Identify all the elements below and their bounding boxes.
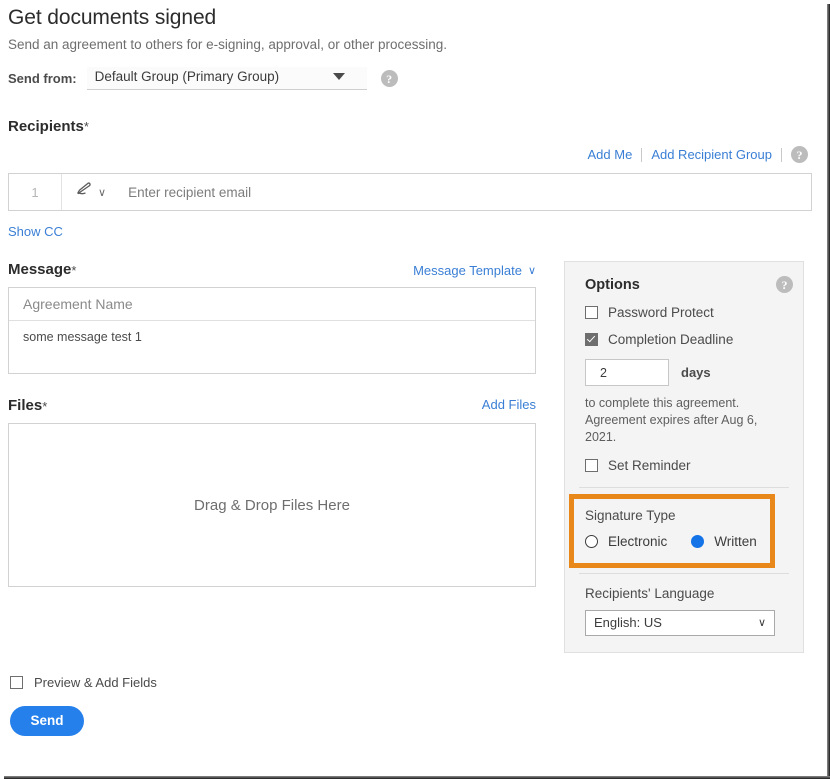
electronic-radio[interactable] <box>585 534 598 548</box>
deadline-note-line-2: Agreement expires after Aug 6, 2021. <box>585 412 758 444</box>
signature-type-title: Signature Type <box>585 507 676 523</box>
recipients-heading: Recipients <box>8 118 84 135</box>
message-template-control[interactable]: Message Template ∨ <box>413 263 536 278</box>
message-body-textarea[interactable]: some message test 1 <box>9 321 535 373</box>
signature-type-section: Signature Type Electronic Written <box>565 493 803 568</box>
show-cc-link[interactable]: Show CC <box>8 224 63 239</box>
chevron-down-icon: ∨ <box>757 617 766 630</box>
agreement-name-input[interactable]: Agreement Name <box>9 288 535 321</box>
recipients-language-select[interactable]: English: US ∨ <box>585 609 775 636</box>
options-title-row: Options ? <box>565 276 803 293</box>
set-reminder-label: Set Reminder <box>608 457 691 473</box>
preview-add-fields-checkbox[interactable] <box>10 675 23 689</box>
panel-divider <box>579 486 789 488</box>
message-required-mark: * <box>71 263 77 278</box>
recipients-language-title: Recipients' Language <box>585 585 715 601</box>
add-recipient-group-link[interactable]: Add Recipient Group <box>651 147 772 162</box>
chevron-down-icon <box>332 73 345 80</box>
preview-add-fields-label: Preview & Add Fields <box>34 674 157 690</box>
deadline-note-line-1: to complete this agreement. <box>585 396 740 410</box>
completion-deadline-row[interactable]: Completion Deadline <box>565 320 803 347</box>
help-icon[interactable]: ? <box>380 70 398 87</box>
page-title: Get documents signed <box>8 6 217 29</box>
completion-deadline-checkbox[interactable] <box>585 333 598 346</box>
link-divider <box>641 147 643 162</box>
signature-pen-icon <box>74 180 94 205</box>
password-protect-checkbox[interactable] <box>585 306 598 319</box>
preview-add-fields-row[interactable]: Preview & Add Fields <box>0 653 820 690</box>
dropzone-text: Drag & Drop Files Here <box>194 496 350 514</box>
file-dropzone[interactable]: Drag & Drop Files Here <box>8 423 536 587</box>
recipient-role-selector[interactable]: ∨ <box>62 174 112 210</box>
recipients-language-value: English: US <box>594 615 662 631</box>
main-split: Message * Message Template ∨ Agreement Na… <box>0 241 820 653</box>
recipients-help-icon[interactable]: ? <box>791 146 808 163</box>
add-me-link[interactable]: Add Me <box>588 147 633 162</box>
add-files-control[interactable]: Add Files <box>482 396 536 414</box>
recipient-row[interactable]: 1 ∨ Enter recipient email <box>8 173 812 211</box>
signature-type-options: Electronic Written <box>565 523 803 559</box>
send-agreement-page: Get documents signed Send an agreement t… <box>0 0 830 779</box>
set-reminder-checkbox[interactable] <box>585 458 598 472</box>
message-template-link[interactable]: Message Template <box>413 263 522 278</box>
recipients-heading-row: Recipients* <box>0 90 820 136</box>
electronic-label: Electronic <box>608 533 668 549</box>
add-files-link[interactable]: Add Files <box>482 397 536 412</box>
send-from-dropdown[interactable]: Default Group (Primary Group) <box>86 67 367 90</box>
message-heading: Message <box>8 261 72 278</box>
files-heading-row: Files * Add Files <box>0 374 556 414</box>
chevron-down-icon: ∨ <box>98 186 107 199</box>
options-title: Options <box>585 276 640 293</box>
days-row: 2 days <box>565 347 803 386</box>
show-cc-row: Show CC <box>0 211 820 241</box>
recipient-links-row: Add Me Add Recipient Group ? <box>0 136 820 163</box>
send-from-row: Send from: Default Group (Primary Group)… <box>0 52 820 90</box>
message-heading-row: Message * Message Template ∨ <box>0 241 556 278</box>
options-help-icon[interactable]: ? <box>776 276 793 293</box>
days-input[interactable]: 2 <box>585 359 669 386</box>
page-subtitle: Send an agreement to others for e-signin… <box>8 37 448 52</box>
options-panel: Options ? Password Protect Completion De… <box>564 261 804 653</box>
recipients-required-mark: * <box>83 119 89 134</box>
days-unit-label: days <box>681 365 711 380</box>
send-from-label: Send from: <box>8 71 77 86</box>
password-protect-label: Password Protect <box>608 305 714 320</box>
password-protect-row[interactable]: Password Protect <box>565 293 803 320</box>
completion-deadline-label: Completion Deadline <box>608 332 734 347</box>
files-required-mark: * <box>42 399 48 414</box>
send-button[interactable]: Send <box>10 705 84 736</box>
recipient-email-input[interactable]: Enter recipient email <box>112 174 811 210</box>
files-heading: Files <box>8 397 43 414</box>
written-radio[interactable] <box>691 534 705 548</box>
set-reminder-row[interactable]: Set Reminder <box>565 446 803 473</box>
chevron-down-icon: ∨ <box>527 265 536 277</box>
right-column: Options ? Password Protect Completion De… <box>564 241 810 653</box>
message-box: Agreement Name some message test 1 <box>8 287 536 374</box>
left-column: Message * Message Template ∨ Agreement Na… <box>0 241 556 587</box>
link-divider <box>781 147 782 162</box>
send-from-value: Default Group (Primary Group) <box>94 69 280 84</box>
deadline-note: to complete this agreement. Agreement ex… <box>565 386 803 446</box>
recipient-index: 1 <box>9 174 62 210</box>
page-content: Get documents signed Send an agreement t… <box>0 0 820 770</box>
written-label: Written <box>714 533 757 549</box>
